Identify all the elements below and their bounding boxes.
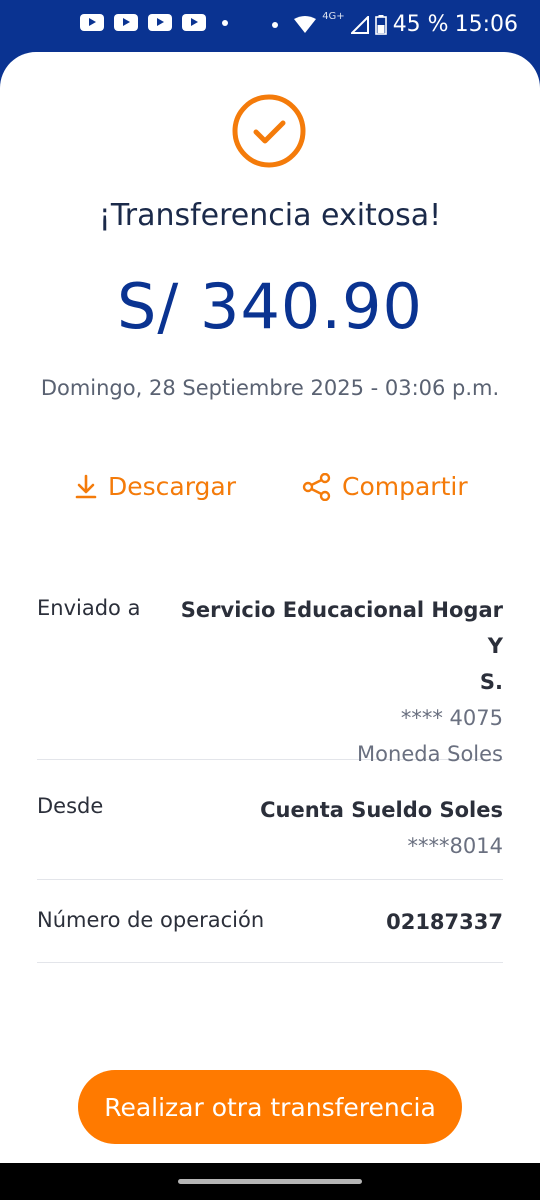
system-status: 4G+ 45 % 15:06 bbox=[266, 11, 518, 37]
confirmation-card: ¡Transferencia exitosa! S/ 340.90 Doming… bbox=[0, 52, 540, 1163]
clock: 15:06 bbox=[454, 12, 518, 37]
notification-icons bbox=[80, 14, 228, 31]
share-label: Compartir bbox=[342, 472, 468, 501]
source-account-name: Cuenta Sueldo Soles bbox=[260, 798, 503, 822]
youtube-notification-icon bbox=[182, 14, 206, 31]
download-icon bbox=[75, 474, 97, 498]
recipient-label: Enviado a bbox=[37, 596, 141, 620]
dot-icon bbox=[272, 21, 279, 28]
share-button[interactable]: Compartir bbox=[302, 472, 468, 501]
check-circle-icon bbox=[232, 94, 306, 168]
source-label: Desde bbox=[37, 794, 104, 818]
navigation-bar bbox=[0, 1163, 540, 1200]
detail-row-source: Desde Cuenta Sueldo Soles ****8014 bbox=[37, 760, 503, 880]
detail-row-recipient: Enviado a Servicio Educacional Hogar Y S… bbox=[37, 582, 503, 766]
operation-label: Número de operación bbox=[37, 908, 265, 932]
home-indicator[interactable] bbox=[178, 1179, 362, 1184]
transfer-details: Enviado a Servicio Educacional Hogar Y S… bbox=[37, 582, 503, 963]
youtube-notification-icon bbox=[148, 14, 172, 31]
network-type-label: 4G+ bbox=[322, 11, 345, 22]
recipient-name-line2: S. bbox=[479, 670, 503, 694]
share-icon bbox=[302, 472, 331, 501]
recipient-value: Servicio Educacional Hogar Y S. **** 407… bbox=[163, 592, 503, 772]
youtube-notification-icon bbox=[80, 14, 104, 31]
transfer-amount: S/ 340.90 bbox=[117, 270, 423, 343]
status-bar: 4G+ 45 % 15:06 bbox=[0, 0, 540, 54]
download-label: Descargar bbox=[108, 472, 237, 501]
more-notifications-dot-icon bbox=[222, 19, 228, 26]
operation-value: 02187337 bbox=[386, 904, 503, 940]
source-account-number: ****8014 bbox=[407, 834, 503, 858]
new-transfer-button[interactable]: Realizar otra transferencia bbox=[78, 1070, 462, 1144]
signal-icon bbox=[350, 15, 369, 34]
success-title: ¡Transferencia exitosa! bbox=[98, 198, 442, 233]
wifi-icon bbox=[294, 15, 317, 33]
download-button[interactable]: Descargar bbox=[74, 472, 236, 501]
recipient-account: **** 4075 bbox=[400, 706, 503, 730]
source-value: Cuenta Sueldo Soles ****8014 bbox=[260, 792, 503, 864]
recipient-name-line1: Servicio Educacional Hogar Y bbox=[180, 598, 503, 658]
operation-number: 02187337 bbox=[386, 910, 503, 934]
battery-percent: 45 % bbox=[392, 12, 449, 37]
battery-icon bbox=[374, 14, 387, 35]
detail-row-operation: Número de operación 02187337 bbox=[37, 880, 503, 963]
youtube-notification-icon bbox=[114, 14, 138, 31]
transfer-datetime: Domingo, 28 Septiembre 2025 - 03:06 p.m. bbox=[40, 376, 500, 400]
